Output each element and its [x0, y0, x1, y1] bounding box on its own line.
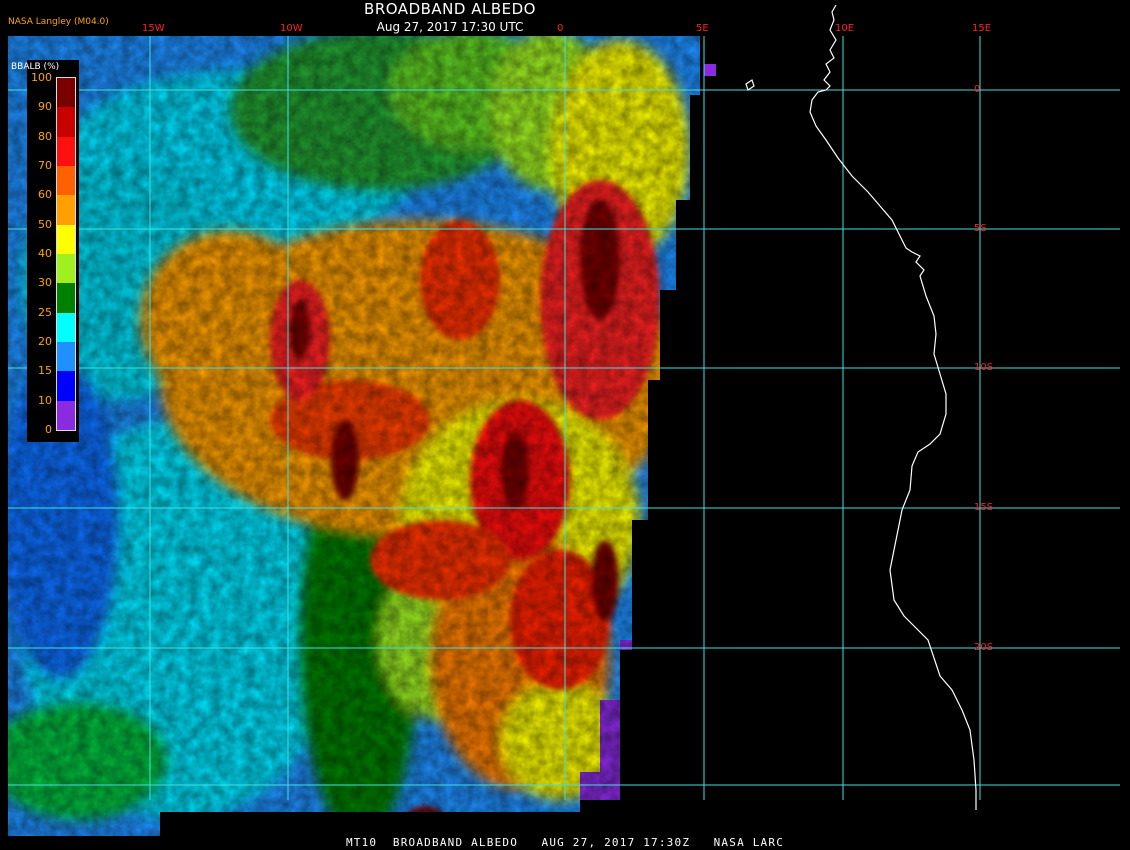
legend-tick-label: 40	[38, 247, 52, 260]
legend-swatch	[57, 371, 75, 401]
legend-swatch	[57, 195, 75, 225]
legend-swatch	[57, 78, 75, 108]
longitude-label: 5E	[696, 23, 709, 34]
legend-tick-label: 30	[38, 276, 52, 290]
legend-swatch	[57, 165, 75, 196]
legend-swatch	[57, 341, 75, 372]
legend-swatch	[57, 283, 75, 313]
longitude-label: 10E	[835, 23, 855, 34]
source-label: NASA Langley (M04.0)	[8, 17, 109, 27]
legend-tick-label: 20	[38, 335, 52, 348]
latitude-label: 0	[974, 84, 981, 95]
legend-tick-label: 50	[38, 217, 52, 231]
legend-tick-label: 80	[38, 129, 52, 143]
longitude-label: 0	[557, 23, 564, 34]
legend-swatch	[57, 224, 75, 254]
legend-tick-label: 100	[31, 71, 52, 84]
albedo-field	[8, 36, 700, 836]
longitude-label: 10W	[280, 23, 303, 34]
albedo-map	[8, 4, 1120, 836]
legend-swatch	[57, 312, 75, 342]
legend-swatch	[57, 136, 75, 166]
legend-tick-label: 25	[38, 305, 52, 319]
legend-tick-label: 10	[38, 393, 52, 407]
legend-tick-label: 90	[38, 100, 52, 114]
latitude-label: 10S	[974, 362, 994, 373]
map-title: BROADBAND ALBEDO	[364, 0, 536, 18]
map-timestamp: Aug 27, 2017 17:30 UTC	[376, 20, 524, 34]
legend-tick-label: 60	[38, 188, 52, 202]
legend-color-bar	[56, 77, 76, 431]
legend-tick-label: 70	[38, 159, 52, 172]
bioko-island	[745, 79, 755, 91]
latitude-label: 15S	[974, 502, 994, 513]
longitude-label: 15W	[142, 23, 165, 34]
longitude-label: 15E	[972, 23, 992, 34]
africa-coastline	[809, 4, 977, 810]
legend-swatch	[57, 400, 75, 430]
legend-tick-label: 0	[45, 423, 52, 436]
latitude-label: 5S	[974, 223, 987, 234]
satellite-map-page: BROADBAND ALBEDO Aug 27, 2017 17:30 UTC …	[0, 0, 1130, 850]
legend-swatch	[57, 107, 75, 137]
legend-tick-label: 15	[38, 364, 52, 378]
legend-swatch	[57, 253, 75, 284]
latitude-label: 20S	[974, 642, 994, 653]
footer-caption: MT10 BROADBAND ALBEDO AUG 27, 2017 17:30…	[345, 836, 785, 849]
